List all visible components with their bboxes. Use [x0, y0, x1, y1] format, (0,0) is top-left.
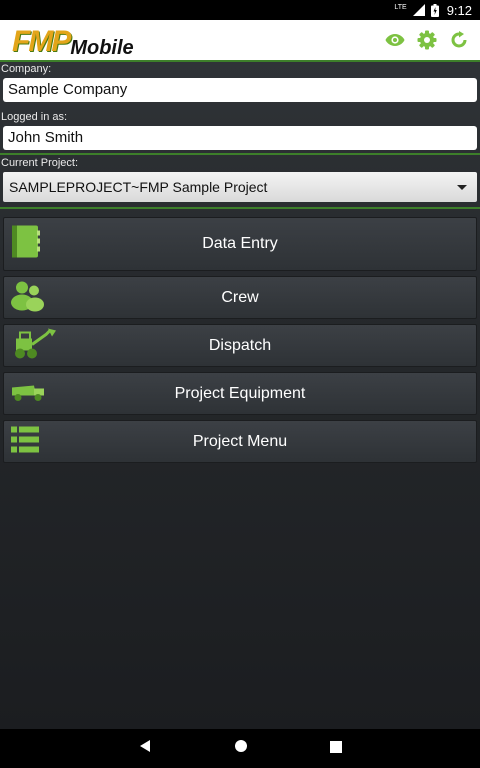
- separator: [0, 153, 480, 155]
- project-dropdown-value: SAMPLEPROJECT~FMP Sample Project: [9, 179, 268, 195]
- dispatch-label: Dispatch: [208, 336, 272, 354]
- battery-icon: [430, 3, 439, 17]
- app-bar: FMP Mobile: [0, 20, 480, 60]
- refresh-icon: [451, 31, 467, 48]
- view-button[interactable]: [384, 29, 406, 51]
- project-equipment-label: Project Equipment: [174, 384, 306, 402]
- notebook-icon: [10, 225, 42, 264]
- people-icon: [10, 279, 44, 316]
- company-label: Company:: [1, 63, 52, 75]
- project-dropdown[interactable]: SAMPLEPROJECT~FMP Sample Project: [3, 172, 477, 202]
- project-menu-label: Project Menu: [192, 432, 288, 450]
- project-label: Current Project:: [1, 157, 79, 169]
- main-menu: Data Entry Crew Dispatch Project Equipme…: [0, 217, 480, 463]
- status-bar: LTE 9:12: [0, 0, 480, 20]
- project-menu-button[interactable]: Project Menu: [3, 420, 477, 463]
- refresh-button[interactable]: [448, 29, 470, 51]
- data-entry-label: Data Entry: [202, 235, 278, 252]
- truck-icon: [10, 379, 48, 408]
- app-actions: [384, 29, 470, 51]
- gear-icon: [417, 30, 437, 50]
- user-field[interactable]: John Smith: [3, 126, 477, 150]
- navigation-bar: [0, 729, 480, 768]
- recents-button[interactable]: [330, 740, 342, 758]
- company-field[interactable]: Sample Company: [3, 78, 477, 102]
- user-label: Logged in as:: [1, 111, 68, 123]
- main-content: Company: Sample Company Logged in as: Jo…: [0, 60, 480, 729]
- app-logo: FMP Mobile: [12, 24, 134, 59]
- crew-button[interactable]: Crew: [3, 276, 477, 319]
- clock: 9:12: [446, 2, 472, 18]
- loader-icon: [10, 326, 56, 365]
- logo-fmp: FMP: [12, 25, 71, 58]
- dropdown-caret-icon: [457, 185, 467, 190]
- project-equipment-button[interactable]: Project Equipment: [3, 372, 477, 415]
- dispatch-button[interactable]: Dispatch: [3, 324, 477, 367]
- network-type: LTE: [394, 3, 407, 11]
- data-entry-button[interactable]: Data Entry: [3, 217, 477, 271]
- crew-label: Crew: [221, 288, 259, 306]
- separator: [0, 207, 480, 209]
- recents-icon: [330, 740, 342, 753]
- signal-icon: [412, 4, 425, 16]
- logo-mobile: Mobile: [70, 37, 134, 59]
- back-button[interactable]: [138, 739, 152, 758]
- eye-icon: [385, 34, 405, 46]
- home-button[interactable]: [234, 739, 248, 758]
- home-icon: [235, 740, 247, 752]
- back-icon: [140, 740, 150, 752]
- list-icon: [10, 425, 40, 458]
- settings-button[interactable]: [416, 29, 438, 51]
